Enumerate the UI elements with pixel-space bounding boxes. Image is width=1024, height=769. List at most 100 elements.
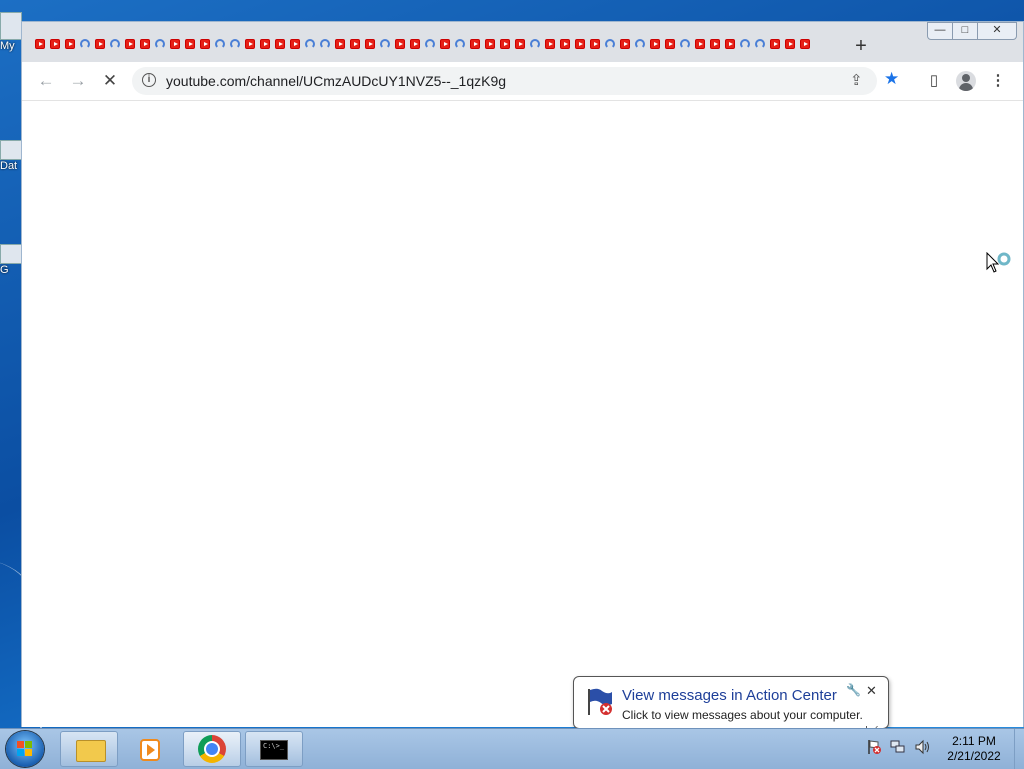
file-icon	[0, 244, 22, 264]
tab-youtube-icon[interactable]	[649, 39, 660, 49]
tab-loading-icon[interactable]	[214, 39, 225, 49]
tab-loading-icon[interactable]	[754, 39, 765, 49]
tab-loading-icon[interactable]	[79, 39, 90, 49]
tab-youtube-icon[interactable]	[619, 39, 630, 49]
action-center-tray-icon[interactable]	[866, 739, 882, 755]
tab-youtube-icon[interactable]	[799, 39, 810, 49]
share-icon[interactable]: ⇪	[850, 71, 863, 89]
balloon-title[interactable]: View messages in Action Center	[622, 687, 837, 704]
command-prompt-icon: C:\>_	[260, 740, 288, 760]
taskbar-explorer[interactable]	[60, 731, 118, 767]
address-bar[interactable]: i youtube.com/channel/UCmzAUDcUY1NVZ5--_…	[132, 67, 899, 95]
tab-loading-icon[interactable]	[529, 39, 540, 49]
tab-youtube-icon[interactable]	[664, 39, 675, 49]
tab-youtube-icon[interactable]	[469, 39, 480, 49]
tab-loading-icon[interactable]	[424, 39, 435, 49]
taskbar-chrome[interactable]	[183, 731, 241, 767]
desktop-icon-label: Dat	[0, 160, 18, 172]
system-clock[interactable]: 2:11 PM 2/21/2022	[934, 734, 1014, 764]
tab-youtube-icon[interactable]	[64, 39, 75, 49]
tab-youtube-icon[interactable]	[694, 39, 705, 49]
address-text[interactable]: youtube.com/channel/UCmzAUDcUY1NVZ5--_1q…	[166, 73, 506, 89]
tab-youtube-icon[interactable]	[349, 39, 360, 49]
busy-cursor-icon	[986, 252, 1011, 273]
tab-youtube-icon[interactable]	[34, 39, 45, 49]
tab-youtube-icon[interactable]	[289, 39, 300, 49]
media-player-icon	[140, 739, 160, 761]
tab-youtube-icon[interactable]	[709, 39, 720, 49]
tab-loading-icon[interactable]	[679, 39, 690, 49]
file-icon	[0, 140, 22, 160]
page-content[interactable]	[22, 101, 1023, 727]
tab-loading-icon[interactable]	[454, 39, 465, 49]
maximize-button[interactable]: □	[952, 22, 978, 40]
tab-youtube-icon[interactable]	[769, 39, 780, 49]
tab-youtube-icon[interactable]	[334, 39, 345, 49]
stop-loading-button[interactable]: ✕	[99, 70, 121, 92]
desktop-icon-data[interactable]: Dat	[0, 140, 22, 172]
tab-youtube-icon[interactable]	[259, 39, 270, 49]
tab-youtube-icon[interactable]	[124, 39, 135, 49]
tab-loading-icon[interactable]	[319, 39, 330, 49]
wrench-icon[interactable]: 🔧	[846, 683, 861, 697]
tab-youtube-icon[interactable]	[574, 39, 585, 49]
tab-youtube-icon[interactable]	[364, 39, 375, 49]
info-icon[interactable]: i	[142, 73, 156, 87]
taskbar-media-player[interactable]	[121, 731, 179, 767]
balloon-close-button[interactable]: ✕	[866, 683, 877, 699]
minimize-button[interactable]: —	[927, 22, 953, 40]
volume-icon[interactable]	[914, 739, 930, 755]
tab-youtube-icon[interactable]	[244, 39, 255, 49]
tab-youtube-icon[interactable]	[409, 39, 420, 49]
new-tab-button[interactable]: +	[850, 36, 872, 58]
tab-loading-icon[interactable]	[304, 39, 315, 49]
tab-youtube-icon[interactable]	[49, 39, 60, 49]
tab-loading-icon[interactable]	[739, 39, 750, 49]
desktop-icon-my-computer[interactable]: My	[0, 12, 22, 52]
tab-strip: + — □ ✕	[22, 22, 1023, 62]
tab-youtube-icon[interactable]	[589, 39, 600, 49]
taskbar-cmd[interactable]: C:\>_	[245, 731, 303, 767]
clock-time: 2:11 PM	[952, 734, 996, 748]
browser-window[interactable]: + — □ ✕ ← → ✕ i youtube.com/channel/UCmz…	[21, 21, 1024, 727]
tab-youtube-icon[interactable]	[169, 39, 180, 49]
tab-youtube-icon[interactable]	[514, 39, 525, 49]
forward-button[interactable]: →	[67, 70, 89, 92]
browser-toolbar: ← → ✕ i youtube.com/channel/UCmzAUDcUY1N…	[22, 62, 1023, 101]
tab-youtube-icon[interactable]	[559, 39, 570, 49]
show-desktop-button[interactable]	[1014, 729, 1024, 769]
tab-youtube-icon[interactable]	[94, 39, 105, 49]
action-center-balloon[interactable]: View messages in Action Center Click to …	[573, 676, 889, 729]
profile-avatar-icon[interactable]	[956, 71, 976, 91]
clock-date: 2/21/2022	[947, 749, 1001, 763]
tab-youtube-icon[interactable]	[439, 39, 450, 49]
tab-youtube-icon[interactable]	[139, 39, 150, 49]
tab-youtube-icon[interactable]	[784, 39, 795, 49]
desktop-icon-label: My	[0, 40, 15, 52]
tab-loading-icon[interactable]	[634, 39, 645, 49]
tab-loading-icon[interactable]	[109, 39, 120, 49]
start-button[interactable]	[6, 731, 44, 767]
network-icon[interactable]	[890, 739, 906, 755]
tab-loading-icon[interactable]	[154, 39, 165, 49]
tab-youtube-icon[interactable]	[394, 39, 405, 49]
desktop-icon-third[interactable]: G	[0, 244, 22, 276]
close-window-button[interactable]: ✕	[977, 22, 1017, 40]
tab-youtube-icon[interactable]	[544, 39, 555, 49]
tab-youtube-icon[interactable]	[184, 39, 195, 49]
tab-youtube-icon[interactable]	[199, 39, 210, 49]
chrome-icon	[198, 735, 226, 763]
tab-loading-icon[interactable]	[604, 39, 615, 49]
tab-youtube-icon[interactable]	[274, 39, 285, 49]
tab-list	[32, 39, 817, 55]
tab-youtube-icon[interactable]	[724, 39, 735, 49]
side-panel-icon[interactable]: ▯	[924, 71, 944, 91]
menu-icon[interactable]: ⋮	[988, 71, 1008, 91]
tab-loading-icon[interactable]	[229, 39, 240, 49]
tab-loading-icon[interactable]	[379, 39, 390, 49]
tab-youtube-icon[interactable]	[484, 39, 495, 49]
bookmark-star-icon[interactable]: ★	[884, 69, 899, 89]
back-button[interactable]: ←	[35, 70, 57, 92]
tab-youtube-icon[interactable]	[499, 39, 510, 49]
computer-icon	[0, 12, 22, 40]
